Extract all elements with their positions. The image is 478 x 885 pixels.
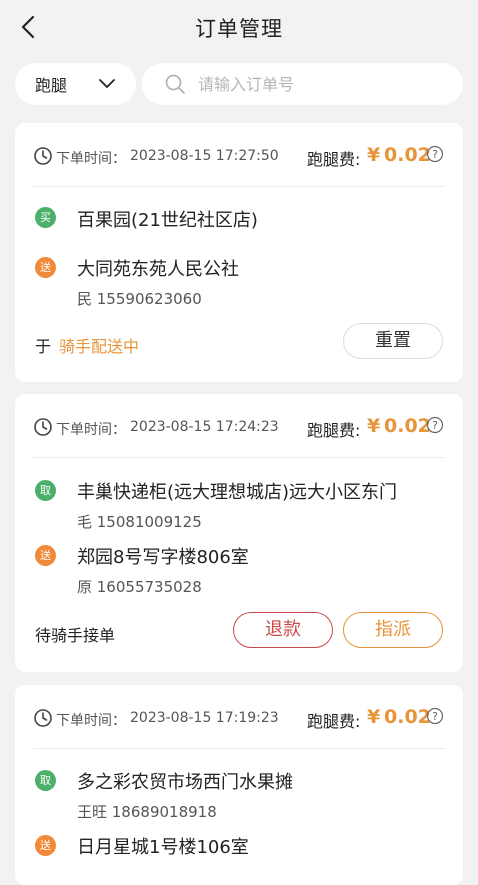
order-card: 下单时间： 2023-08-15 17:27:50 跑腿费: ¥ 0.02 ? … bbox=[15, 123, 463, 382]
delivery-address: 郑园8号写字楼806室 bbox=[77, 547, 249, 568]
fee-amount: 0.02 bbox=[384, 144, 431, 166]
delivery-address: 大同苑东苑人民公社 bbox=[77, 259, 239, 280]
delivery-badge: 送 bbox=[35, 545, 56, 566]
order-type-label: 跑腿 bbox=[35, 76, 68, 95]
refund-button[interactable]: 退款 bbox=[233, 612, 333, 648]
nav-header: 订单管理 bbox=[0, 0, 478, 56]
fee-label: 跑腿费: bbox=[307, 150, 361, 169]
order-card: 下单时间： 2023-08-15 17:24:23 跑腿费: ¥ 0.02 ? … bbox=[15, 394, 463, 672]
status-highlight: 骑手配送中 bbox=[59, 337, 140, 356]
fee-currency: ¥ bbox=[367, 144, 381, 166]
pickup-badge: 取 bbox=[35, 480, 56, 501]
pickup-badge: 买 bbox=[35, 207, 56, 228]
divider bbox=[33, 186, 445, 187]
order-card-header: 下单时间： 2023-08-15 17:27:50 跑腿费: ¥ 0.02 ? bbox=[33, 144, 445, 169]
clock-icon bbox=[34, 147, 52, 165]
svg-text:?: ? bbox=[432, 419, 438, 432]
order-card-header: 下单时间： 2023-08-15 17:19:23 跑腿费: ¥ 0.02 ? bbox=[33, 706, 445, 731]
delivery-address: 日月星城1号楼106室 bbox=[77, 837, 249, 858]
divider bbox=[33, 457, 445, 458]
pickup-address: 丰巢快递柜(远大理想城店)远大小区东门 bbox=[77, 482, 398, 503]
order-search-box[interactable] bbox=[142, 63, 463, 105]
status-prefix: 于 bbox=[35, 337, 52, 356]
pickup-address: 百果园(21世纪社区店) bbox=[77, 210, 258, 231]
order-card: 下单时间： 2023-08-15 17:19:23 跑腿费: ¥ 0.02 ? … bbox=[15, 685, 463, 885]
clock-icon bbox=[34, 709, 52, 727]
order-time: 2023-08-15 17:24:23 bbox=[130, 419, 279, 435]
page-title: 订单管理 bbox=[195, 17, 283, 41]
delivery-contact: 民 15590623060 bbox=[77, 290, 202, 308]
fee-label: 跑腿费: bbox=[307, 712, 361, 731]
fee-currency: ¥ bbox=[367, 706, 381, 728]
order-status: 待骑手接单 bbox=[35, 626, 116, 645]
divider bbox=[33, 748, 445, 749]
order-time: 2023-08-15 17:19:23 bbox=[130, 710, 279, 726]
help-icon[interactable]: ? bbox=[426, 707, 444, 725]
order-time-label: 下单时间： bbox=[56, 151, 126, 167]
order-time: 2023-08-15 17:27:50 bbox=[130, 148, 279, 164]
order-card-header: 下单时间： 2023-08-15 17:24:23 跑腿费: ¥ 0.02 ? bbox=[33, 415, 445, 440]
delivery-badge: 送 bbox=[35, 835, 56, 856]
svg-text:?: ? bbox=[432, 710, 438, 723]
fee-label: 跑腿费: bbox=[307, 421, 361, 440]
order-search-input[interactable] bbox=[196, 73, 440, 95]
clock-icon bbox=[34, 418, 52, 436]
pickup-contact: 毛 15081009125 bbox=[77, 513, 202, 531]
chevron-down-icon bbox=[99, 79, 115, 88]
delivery-contact: 原 16055735028 bbox=[77, 578, 202, 596]
search-icon bbox=[165, 74, 185, 94]
order-time-label: 下单时间： bbox=[56, 713, 126, 729]
fee-amount: 0.02 bbox=[384, 415, 431, 437]
fee-currency: ¥ bbox=[367, 415, 381, 437]
filter-bar: 跑腿 bbox=[15, 63, 463, 105]
assign-button[interactable]: 指派 bbox=[343, 612, 443, 648]
fee-amount: 0.02 bbox=[384, 706, 431, 728]
order-type-dropdown[interactable]: 跑腿 bbox=[15, 63, 136, 105]
pickup-contact: 王旺 18689018918 bbox=[77, 803, 217, 821]
svg-text:?: ? bbox=[432, 148, 438, 161]
delivery-badge: 送 bbox=[35, 257, 56, 278]
pickup-badge: 取 bbox=[35, 770, 56, 791]
help-icon[interactable]: ? bbox=[426, 416, 444, 434]
reset-button[interactable]: 重置 bbox=[343, 323, 443, 359]
back-arrow-icon[interactable] bbox=[16, 14, 42, 40]
order-status: 于骑手配送中 bbox=[35, 333, 139, 357]
order-time-label: 下单时间： bbox=[56, 422, 126, 438]
help-icon[interactable]: ? bbox=[426, 145, 444, 163]
pickup-address: 多之彩农贸市场西门水果摊 bbox=[77, 772, 293, 793]
